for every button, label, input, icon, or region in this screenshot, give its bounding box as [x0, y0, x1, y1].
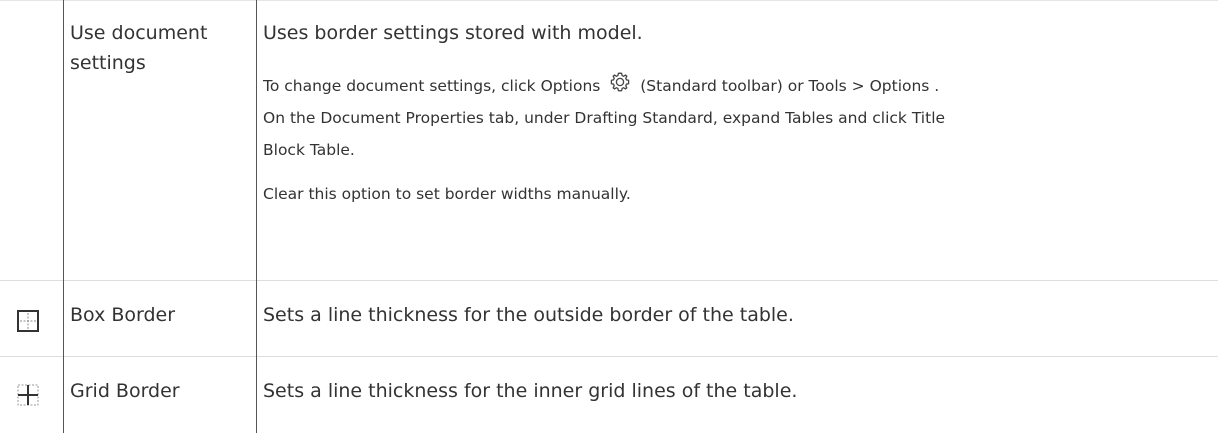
box-border-icon	[16, 310, 46, 338]
option-description: Sets a line thickness for the inner grid…	[263, 380, 798, 402]
instruction-text: To change document settings, click Optio…	[263, 77, 601, 95]
instruction-paragraph: To change document settings, click Optio…	[263, 70, 1208, 166]
column-divider	[63, 0, 64, 433]
option-description-cell: Sets a line thickness for the outside bo…	[263, 300, 1208, 330]
options-table: Use document settings Uses border settin…	[0, 0, 1218, 433]
option-name-line: settings	[70, 52, 146, 74]
gear-icon	[607, 71, 633, 93]
note-paragraph: Clear this option to set border widths m…	[263, 185, 631, 203]
option-description-cell: Uses border settings stored with model. …	[263, 18, 1208, 210]
option-name-line: Use document	[70, 22, 208, 44]
grid-border-icon	[16, 383, 46, 413]
instruction-text: (Standard toolbar) or Tools > Options .	[640, 77, 940, 95]
option-name-box-border: Box Border	[70, 304, 176, 326]
option-description: Sets a line thickness for the outside bo…	[263, 304, 794, 326]
option-description-cell: Sets a line thickness for the inner grid…	[263, 376, 1208, 406]
table-row-box-border: Box Border Sets a line thickness for the…	[0, 281, 1218, 357]
option-description: Uses border settings stored with model.	[263, 22, 643, 44]
option-name-grid-border: Grid Border	[70, 380, 180, 402]
table-row-grid-border: Grid Border Sets a line thickness for th…	[0, 357, 1218, 433]
instruction-text: On the Document Properties tab, under Dr…	[263, 109, 946, 127]
instruction-text: Block Table.	[263, 141, 355, 159]
option-name-use-document-settings: Use document settings	[70, 18, 255, 78]
column-divider	[256, 0, 257, 433]
table-row-use-document-settings: Use document settings Uses border settin…	[0, 0, 1218, 281]
